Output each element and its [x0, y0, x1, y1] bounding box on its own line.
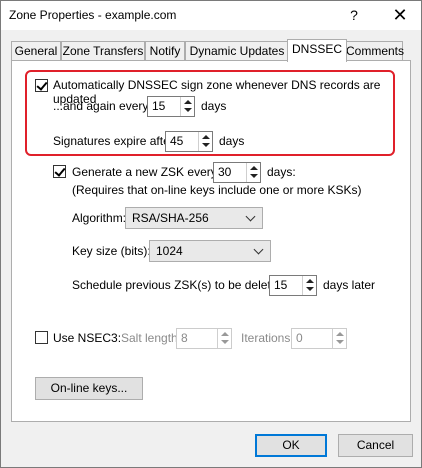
generate-zsk-unit: days: — [267, 165, 296, 179]
signatures-expire-value: 45 — [170, 134, 184, 148]
tab-comments[interactable]: Comments — [345, 41, 404, 61]
signatures-expire-spinner[interactable]: 45 — [165, 131, 213, 152]
iterations-value: 0 — [296, 331, 303, 345]
tab-dynamic-updates[interactable]: Dynamic Updates — [185, 41, 289, 61]
spinner-arrows-icon[interactable] — [180, 97, 194, 116]
auto-sign-checkbox[interactable] — [35, 79, 48, 92]
again-every-label: ...and again every: — [53, 99, 152, 113]
spinner-arrows-icon[interactable] — [246, 163, 260, 182]
schedule-delete-value: 15 — [274, 278, 288, 292]
algorithm-select[interactable]: RSA/SHA-256 — [125, 207, 263, 229]
tab-zone-transfers[interactable]: Zone Transfers — [61, 41, 145, 61]
again-every-spinner[interactable]: 15 — [147, 96, 195, 117]
zone-properties-dialog: Zone Properties - example.com ? ✕ Genera… — [0, 0, 422, 468]
signatures-expire-label: Signatures expire after: — [53, 134, 178, 148]
nsec3-checkbox[interactable] — [35, 331, 48, 344]
chevron-down-icon — [253, 244, 264, 255]
salt-length-value: 8 — [181, 331, 188, 345]
generate-zsk-spinner[interactable]: 30 — [213, 162, 261, 183]
online-keys-button[interactable]: On-line keys... — [35, 377, 143, 400]
again-every-value: 15 — [152, 99, 166, 113]
algorithm-label: Algorithm: — [72, 211, 127, 225]
iterations-label: Iterations: — [241, 331, 294, 345]
help-icon[interactable]: ? — [331, 1, 377, 30]
ok-button[interactable]: OK — [255, 434, 327, 457]
spinner-arrows-icon[interactable] — [332, 329, 346, 348]
algorithm-value: RSA/SHA-256 — [132, 211, 209, 225]
key-size-value: 1024 — [156, 244, 183, 258]
title-bar: Zone Properties - example.com ? ✕ — [1, 1, 421, 30]
key-size-select[interactable]: 1024 — [149, 240, 271, 262]
schedule-delete-spinner[interactable]: 15 — [269, 275, 317, 296]
tab-notify[interactable]: Notify — [145, 41, 185, 61]
again-every-unit: days — [201, 99, 227, 113]
spinner-arrows-icon[interactable] — [217, 329, 231, 348]
cancel-button[interactable]: Cancel — [338, 434, 413, 457]
generate-zsk-checkbox[interactable] — [53, 165, 66, 178]
salt-length-label: Salt length: — [121, 331, 182, 345]
schedule-delete-label: Schedule previous ZSK(s) to be deleted: — [72, 278, 288, 292]
schedule-delete-unit: days later — [323, 278, 376, 292]
nsec3-label: Use NSEC3: — [53, 331, 122, 345]
salt-length-spinner[interactable]: 8 — [176, 328, 232, 349]
spinner-arrows-icon[interactable] — [198, 132, 212, 151]
generate-zsk-label: Generate a new ZSK every: — [72, 165, 221, 179]
close-icon[interactable]: ✕ — [377, 1, 422, 30]
tab-general[interactable]: General — [11, 41, 61, 61]
signatures-expire-unit: days — [219, 134, 245, 148]
window-title: Zone Properties - example.com — [9, 8, 177, 22]
iterations-spinner[interactable]: 0 — [291, 328, 347, 349]
generate-zsk-value: 30 — [218, 165, 232, 179]
zsk-note: (Requires that on-line keys include one … — [72, 183, 362, 197]
spinner-arrows-icon[interactable] — [302, 276, 316, 295]
key-size-label: Key size (bits): — [72, 244, 151, 258]
tab-dnssec[interactable]: DNSSEC — [287, 39, 347, 62]
chevron-down-icon — [245, 211, 256, 222]
